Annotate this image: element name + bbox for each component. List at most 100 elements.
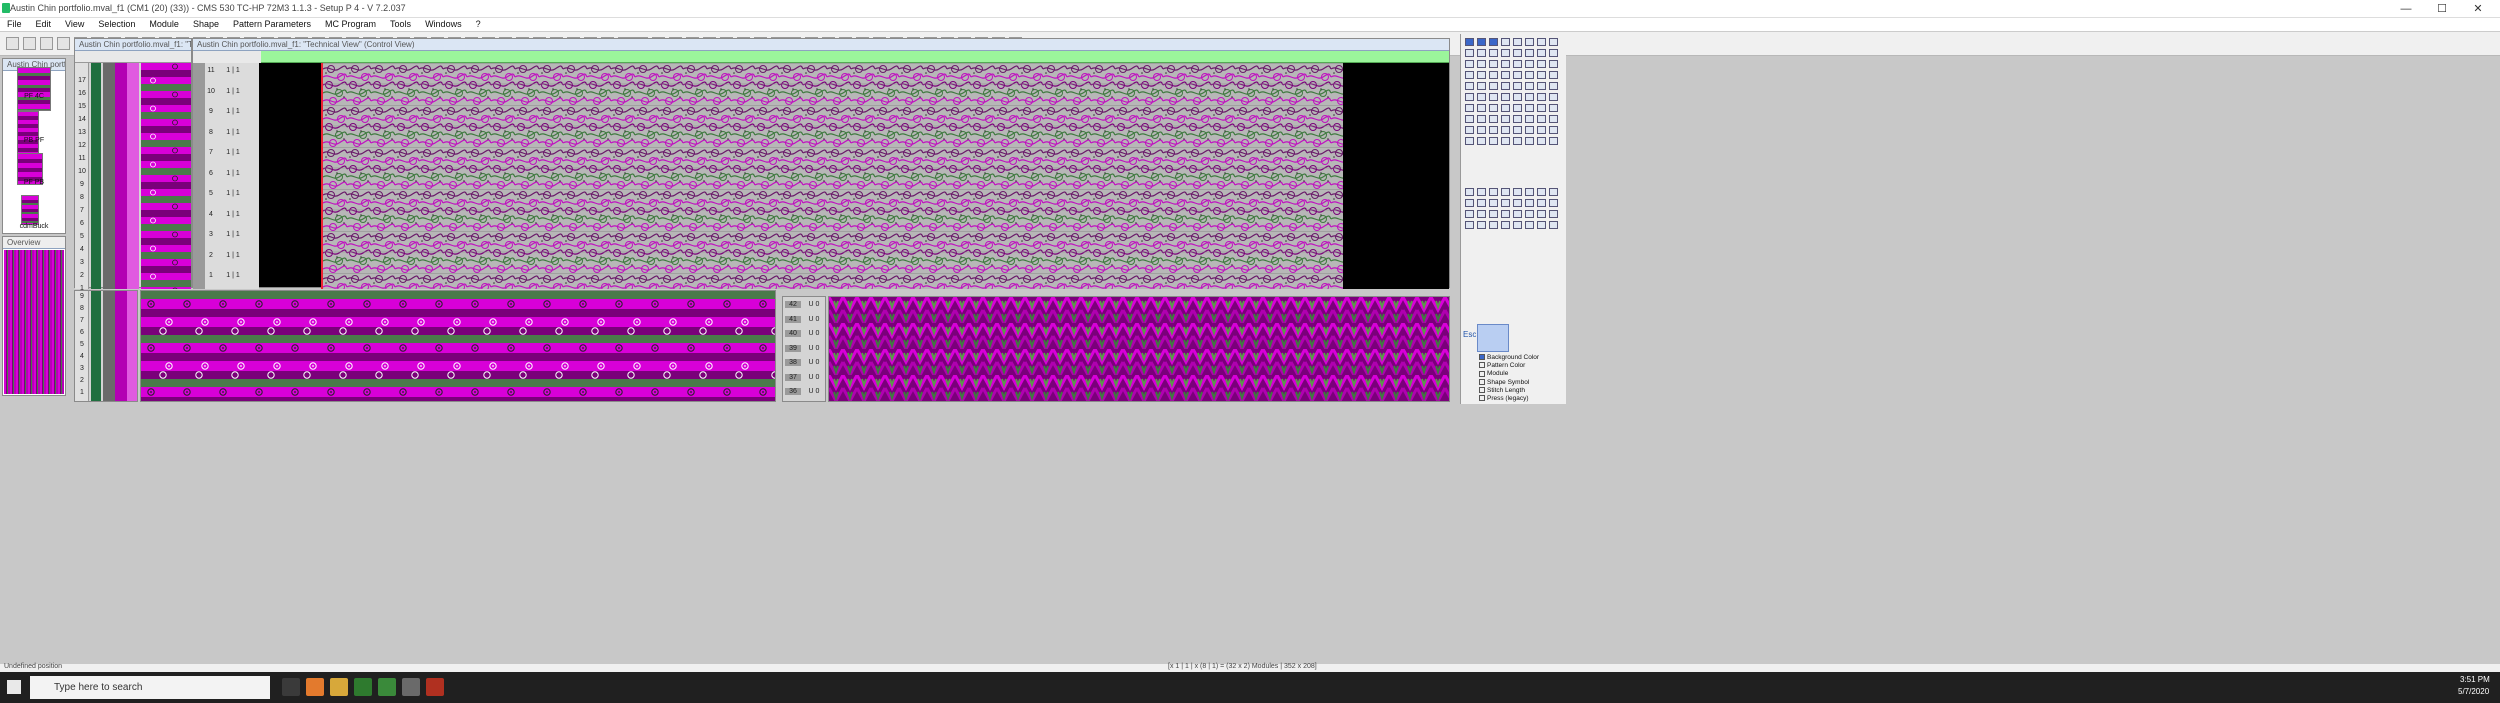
tool-icon[interactable] — [1501, 210, 1510, 218]
tool-icon[interactable] — [1537, 93, 1546, 101]
tool-icon[interactable] — [1513, 221, 1522, 229]
tool-icon[interactable] — [1513, 188, 1522, 196]
tool-icon[interactable] — [1501, 71, 1510, 79]
menu-tools[interactable]: Tools — [383, 18, 418, 29]
tool-icon[interactable] — [1525, 60, 1534, 68]
tool-icon[interactable] — [1525, 38, 1534, 46]
tool-icon[interactable] — [1465, 60, 1474, 68]
tool-icon[interactable] — [1549, 104, 1558, 112]
tool-icon[interactable] — [1477, 60, 1486, 68]
tool-icon[interactable] — [1549, 199, 1558, 207]
menu-view[interactable]: View — [58, 18, 91, 29]
tool-icon[interactable] — [1537, 38, 1546, 46]
tool-icon[interactable] — [1549, 71, 1558, 79]
tool-option[interactable]: Background Color — [1479, 354, 1565, 362]
tool-icon[interactable] — [1549, 221, 1558, 229]
tool-icon[interactable] — [1465, 137, 1474, 145]
tool-icon[interactable] — [1489, 82, 1498, 90]
tool-icon[interactable] — [1465, 104, 1474, 112]
maximize-button[interactable]: ☐ — [2424, 0, 2460, 18]
menu-selection[interactable]: Selection — [91, 18, 142, 29]
tool-icon[interactable] — [1489, 60, 1498, 68]
tool-icon[interactable] — [1525, 93, 1534, 101]
column-ruler[interactable] — [261, 51, 1449, 63]
tool-icon[interactable] — [1489, 115, 1498, 123]
tool-icon[interactable] — [1525, 188, 1534, 196]
tool-icon[interactable] — [1537, 115, 1546, 123]
esc-button[interactable]: Esc — [1463, 330, 1476, 339]
tool-icon[interactable] — [1489, 137, 1498, 145]
tool-icon[interactable] — [1525, 126, 1534, 134]
tool-icon[interactable] — [1525, 82, 1534, 90]
tool-icon[interactable] — [1513, 115, 1522, 123]
tool-icon[interactable] — [1489, 93, 1498, 101]
thumbnail-cdmbuck[interactable] — [21, 195, 39, 225]
row-control-value[interactable]: 1 | 1 — [223, 190, 243, 197]
tool-icon[interactable] — [1477, 126, 1486, 134]
tool-icon[interactable] — [1549, 188, 1558, 196]
tool-icon[interactable] — [1513, 82, 1522, 90]
tool-icon[interactable] — [1549, 115, 1558, 123]
tool-icon[interactable] — [1549, 49, 1558, 57]
tool-icon[interactable] — [1549, 60, 1558, 68]
clock-time[interactable]: 3:51 PM — [2460, 675, 2490, 684]
tool-icon[interactable] — [1549, 93, 1558, 101]
task-view-icon[interactable] — [282, 678, 300, 696]
tool-icon[interactable] — [1525, 49, 1534, 57]
row-value[interactable]: U 0 — [805, 330, 823, 337]
tool-icon[interactable] — [1537, 104, 1546, 112]
tool-icon[interactable] — [1477, 137, 1486, 145]
tool-icon[interactable] — [1477, 71, 1486, 79]
tool-icon[interactable] — [1513, 137, 1522, 145]
tool-icon[interactable] — [1537, 188, 1546, 196]
row-value[interactable]: U 0 — [805, 388, 823, 395]
tool-icon[interactable] — [1549, 82, 1558, 90]
row-control-value[interactable]: 1 | 1 — [223, 211, 243, 218]
checkbox[interactable] — [1479, 370, 1485, 377]
row-control-value[interactable]: 1 | 1 — [223, 170, 243, 177]
row-value[interactable]: U 0 — [805, 374, 823, 381]
tool-icon[interactable] — [1525, 115, 1534, 123]
tool-icon[interactable] — [1537, 60, 1546, 68]
tool-icon[interactable] — [1465, 38, 1474, 46]
checkbox[interactable] — [1479, 387, 1485, 394]
tool-icon[interactable] — [1465, 82, 1474, 90]
tool-icon[interactable] — [1501, 188, 1510, 196]
tool-icon[interactable] — [1477, 38, 1486, 46]
tool-icon[interactable] — [1501, 104, 1510, 112]
color-preview-swatch[interactable] — [1477, 324, 1509, 352]
checkbox[interactable] — [1479, 378, 1485, 385]
row-value[interactable]: U 0 — [805, 316, 823, 323]
tool-icon[interactable] — [1513, 49, 1522, 57]
checkbox[interactable] — [1479, 362, 1485, 369]
thumbnail-pbpf[interactable] — [17, 111, 39, 155]
tool-icon[interactable] — [1489, 49, 1498, 57]
tool-icon[interactable] — [1501, 93, 1510, 101]
tool-icon[interactable] — [1477, 82, 1486, 90]
tool-icon[interactable] — [1513, 104, 1522, 112]
tool-icon[interactable] — [1477, 188, 1486, 196]
row-control-value[interactable]: 1 | 1 — [223, 67, 243, 74]
row-control-value[interactable]: 1 | 1 — [223, 231, 243, 238]
tool-icon[interactable] — [1537, 82, 1546, 90]
tool-icon[interactable] — [1513, 38, 1522, 46]
tool-icon[interactable] — [1477, 93, 1486, 101]
row-control-value[interactable]: 1 | 1 — [223, 108, 243, 115]
menu-pattern-parameters[interactable]: Pattern Parameters — [226, 18, 318, 29]
tool-option[interactable]: Module — [1479, 370, 1565, 378]
tool-icon[interactable] — [1525, 210, 1534, 218]
menu-shape[interactable]: Shape — [186, 18, 226, 29]
tool-option[interactable]: Press (legacy) — [1479, 395, 1565, 403]
tool-icon[interactable] — [1465, 71, 1474, 79]
tool-icon[interactable] — [1477, 210, 1486, 218]
tool-option[interactable]: Stitch Length — [1479, 387, 1565, 395]
menu-mc-program[interactable]: MC Program — [318, 18, 383, 29]
tool-icon[interactable] — [1465, 188, 1474, 196]
tool-icon[interactable] — [1465, 126, 1474, 134]
tool-icon[interactable] — [1549, 38, 1558, 46]
thumbnail-pf4c[interactable] — [17, 67, 51, 111]
tool-icon[interactable] — [1537, 210, 1546, 218]
menu-file[interactable]: File — [0, 18, 29, 29]
tool-icon[interactable] — [1477, 221, 1486, 229]
tool-icon[interactable] — [1489, 188, 1498, 196]
